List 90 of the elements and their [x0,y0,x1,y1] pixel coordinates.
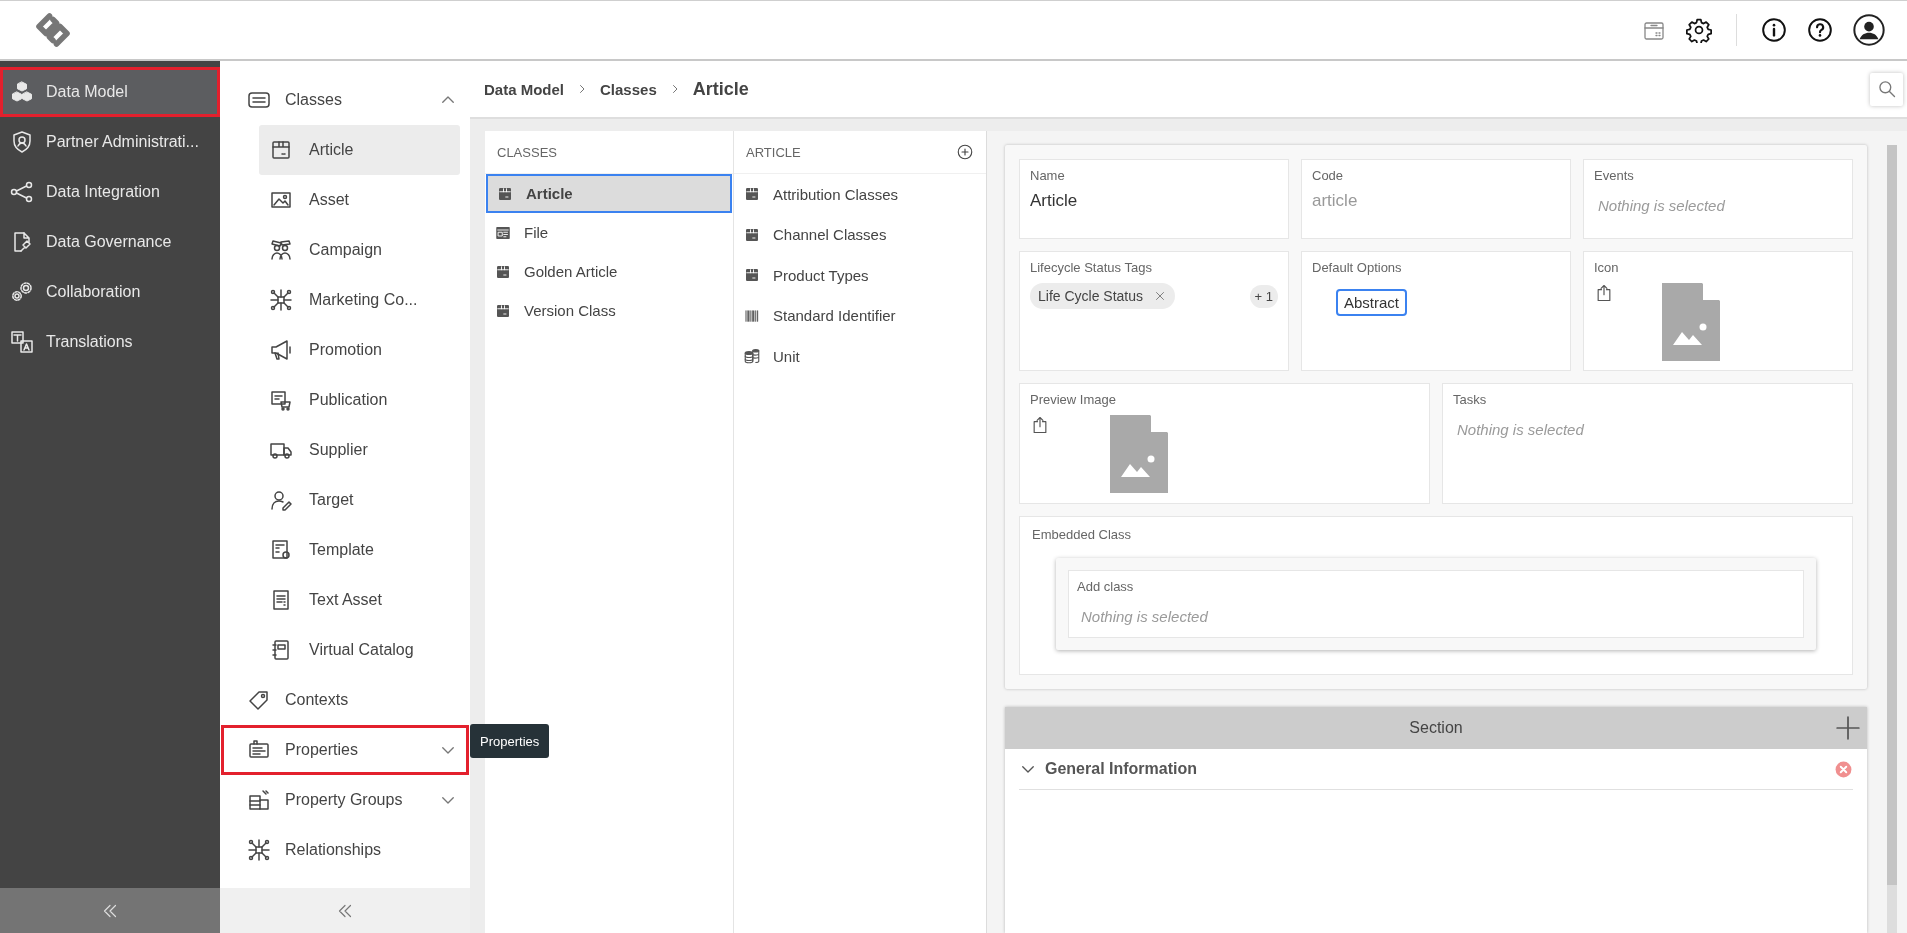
placeholder-text: Nothing is selected [1081,608,1209,625]
nav-item[interactable]: Supplier [259,425,460,475]
nav-item[interactable]: Data Model [0,67,220,117]
nav-item[interactable]: Relationships [221,825,469,875]
account-icon [1853,14,1885,46]
network-icon [269,288,293,312]
people-icon [269,238,293,262]
field-value: article [1312,191,1358,211]
tooltip: Properties [470,724,550,758]
field-label: Preview Image [1030,392,1116,407]
select-field[interactable]: Add class Nothing is selected [1068,570,1804,638]
image-placeholder-icon [1662,283,1720,361]
nav-item[interactable]: Translations [0,317,220,367]
nav-item[interactable]: Marketing Co... [259,275,460,325]
field-label: Tasks [1453,392,1487,407]
search-icon [1876,79,1897,99]
box-icon [269,138,293,162]
nav-item[interactable]: Data Governance [0,217,220,267]
field-label: Name [1030,168,1065,183]
column-header: CLASSES [497,144,557,160]
field-label: Add class [1077,579,1135,594]
nav-item[interactable]: Collaboration [0,267,220,317]
field-label: Lifecycle Status Tags [1030,260,1152,275]
template-icon [269,538,293,562]
tag-label: Life Cycle Status [1038,288,1144,304]
field-label: Code [1312,168,1344,183]
nav-item[interactable]: Classes [221,75,469,125]
shield-icon [10,130,34,154]
column-header: ARTICLE [746,144,801,160]
field-label: Events [1594,168,1634,183]
nav-item[interactable]: Campaign [259,225,460,275]
field-label: Icon [1594,260,1619,275]
list-item[interactable]: File [486,213,732,252]
nav-item[interactable]: Publication [259,375,460,425]
nav-item[interactable]: Property Groups [221,775,469,825]
help-icon [1807,17,1833,43]
placeholder-text: Nothing is selected [1598,197,1725,214]
list-item[interactable]: Channel Classes [735,214,985,255]
network-icon [247,838,271,862]
nav-item[interactable]: Article [259,125,460,175]
field-value: Article [1030,191,1078,211]
placeholder-text: Nothing is selected [1457,421,1584,438]
option-chip[interactable]: Abstract [1336,289,1408,316]
field-label: Embedded Class [1032,527,1131,542]
settings-icon [1686,17,1712,43]
account-button[interactable] [1853,14,1885,46]
section-title: Section [1409,719,1463,737]
nav-item[interactable]: Template [259,525,460,575]
list-item[interactable]: Golden Article [486,252,732,291]
nodes-icon [10,180,34,204]
translate-icon [10,330,34,354]
page-title: Article [692,78,749,100]
nav-item[interactable]: Contexts [221,675,469,725]
nav-item[interactable]: Partner Administrati... [0,117,220,167]
list-item[interactable]: Article [486,174,732,213]
nav-item[interactable]: Virtual Catalog [259,625,460,675]
info-button[interactable] [1761,17,1787,43]
breadcrumb-link[interactable]: Classes [600,80,657,98]
help-button[interactable] [1807,17,1833,43]
coins-icon [743,347,761,366]
cart-icon [269,388,293,412]
list-item[interactable]: Attribution Classes [735,174,985,215]
list-item[interactable]: Version Class [486,291,732,330]
add-button[interactable] [1835,715,1861,741]
gears-icon [10,280,34,304]
stack-icon [247,788,271,812]
nav-item[interactable]: Target [259,475,460,525]
nav-item[interactable]: Asset [259,175,460,225]
breadcrumb-link[interactable]: Data Model [484,80,564,98]
add-button[interactable] [956,143,974,161]
person-icon [269,488,293,512]
info-icon [1761,17,1787,43]
search-button[interactable] [1870,72,1903,106]
plus-icon [1835,715,1861,741]
settings-button[interactable] [1686,17,1712,43]
list-item[interactable]: Product Types [735,255,985,296]
list-item[interactable]: Unit [735,336,985,377]
nav-item[interactable]: Properties [221,725,469,775]
nav-item[interactable]: Text Asset [259,575,460,625]
megaphone-icon [269,338,293,362]
count-badge: + 1 [1249,284,1278,308]
list-item[interactable]: Standard Identifier [735,295,985,336]
plus-circle-icon [956,143,974,161]
tag-icon [247,688,271,712]
group-title: General Information [1045,760,1199,778]
nav-item[interactable]: Promotion [259,325,460,375]
close-circle-icon [1834,759,1853,779]
nav-item[interactable]: Data Integration [0,167,220,217]
image-placeholder-icon [1110,415,1168,493]
field-label: Default Options [1312,260,1402,275]
